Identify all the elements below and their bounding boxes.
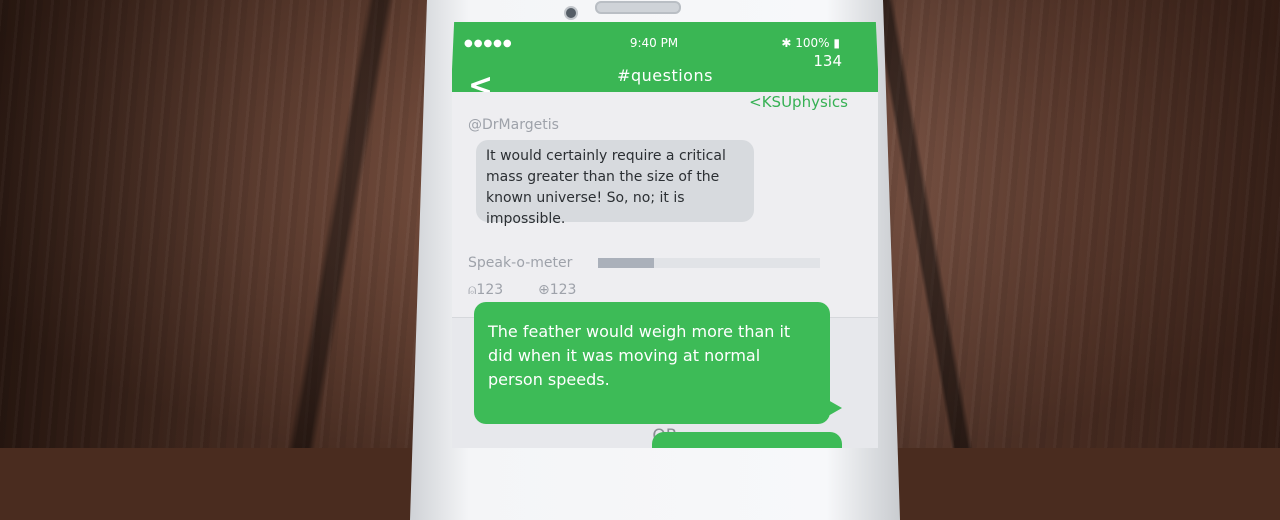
speak-meter-fill <box>598 258 654 268</box>
upvotes-count: 123 <box>549 282 577 298</box>
phone-screen: ●●●●● 9:40 PM ✱ 100% ▮ < #questions 134 … <box>452 22 878 448</box>
ksuphysics-link[interactable]: <KSUphysics <box>749 93 848 111</box>
battery-indicator: ✱ 100% ▮ <box>781 36 840 50</box>
upvote-icon: ⊕ <box>538 282 550 298</box>
answer-option-bubble-2[interactable] <box>652 432 842 448</box>
page-title: #questions <box>617 66 713 85</box>
signal-icon: ●●●●● <box>464 38 513 49</box>
status-bar: ●●●●● 9:40 PM ✱ 100% ▮ <box>452 36 878 52</box>
listeners-count: 123 <box>476 282 504 298</box>
speaker-grille <box>595 1 681 14</box>
speak-meter-label: Speak-o-meter <box>468 255 573 271</box>
front-camera <box>564 6 578 20</box>
speak-meter-bar <box>598 258 820 268</box>
incoming-message-bubble: It would certainly require a critical ma… <box>476 140 754 227</box>
upvotes-stat[interactable]: ⊕123 <box>538 282 576 298</box>
message-count: 134 <box>813 52 842 70</box>
listeners-stat: ⍝123 <box>468 282 503 298</box>
battery-icon: ▮ <box>833 36 840 50</box>
status-time: 9:40 PM <box>629 36 679 50</box>
battery-level: 100% <box>795 36 830 50</box>
bluetooth-icon: ✱ <box>781 36 796 50</box>
sender-handle[interactable]: @DrMargetis <box>468 117 559 133</box>
answer-option-bubble[interactable]: The feather would weigh more than it did… <box>474 302 842 424</box>
